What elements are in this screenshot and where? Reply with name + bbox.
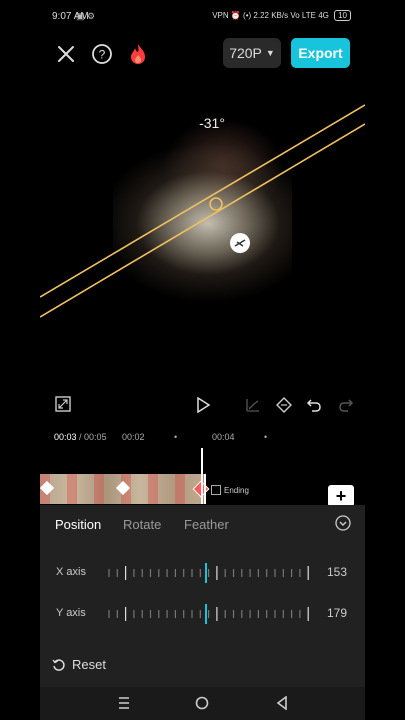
notification-icons: ▣ ⚙ xyxy=(76,11,96,21)
keyframe-icon[interactable] xyxy=(274,395,294,415)
resolution-label: 720P xyxy=(229,45,262,61)
ending-clip[interactable]: Ending xyxy=(211,485,249,495)
x-axis-row: X axis 153 xyxy=(40,561,365,585)
x-axis-value: 153 xyxy=(326,565,347,579)
playback-controls xyxy=(40,392,365,418)
x-axis-label: X axis xyxy=(56,566,86,578)
collapse-panel-icon[interactable] xyxy=(334,514,352,532)
y-axis-value: 179 xyxy=(326,606,347,620)
rotation-angle-label: -31° xyxy=(199,115,225,131)
fullscreen-icon[interactable] xyxy=(54,395,72,413)
status-bar: 9:07 AM ▣ ⚙ VPN ⏰ (•) 2.22 KB/s Vo LTE 4… xyxy=(40,0,365,32)
close-icon[interactable] xyxy=(54,42,78,66)
ending-icon xyxy=(211,485,221,495)
clip-border xyxy=(204,474,206,504)
resolution-dropdown[interactable]: 720P ▼ xyxy=(223,38,281,68)
panel-tabs: Position Rotate Feather xyxy=(40,505,365,545)
tab-feather[interactable]: Feather xyxy=(184,517,229,532)
mask-line-bottom[interactable] xyxy=(40,123,365,318)
top-toolbar: ? 720P ▼ Export xyxy=(40,36,365,72)
ruler-tick-2: 00:04 xyxy=(212,432,235,442)
system-nav-bar xyxy=(40,687,365,720)
caret-down-icon: ▼ xyxy=(265,48,275,58)
help-icon[interactable]: ? xyxy=(90,42,114,66)
total-time: / 00:05 xyxy=(79,432,107,442)
reset-label: Reset xyxy=(72,657,106,672)
back-icon[interactable] xyxy=(273,694,291,712)
battery-icon: 10 xyxy=(334,10,351,21)
keyframe-graph-icon[interactable] xyxy=(244,396,262,414)
mask-center-handle[interactable] xyxy=(209,197,223,211)
ruler-tick-1: 00:02 xyxy=(122,432,145,442)
reset-button[interactable]: Reset xyxy=(52,657,106,672)
ending-label: Ending xyxy=(224,485,249,495)
timeline-ruler: 00:03 / 00:05 00:02 • 00:04 • xyxy=(54,432,354,442)
x-axis-slider[interactable] xyxy=(106,563,312,583)
svg-text:?: ? xyxy=(99,48,106,62)
fire-icon[interactable] xyxy=(126,41,150,67)
y-axis-row: Y axis 179 xyxy=(40,602,365,626)
mask-settings-panel: Position Rotate Feather X axis 153 Y axi… xyxy=(40,505,365,687)
y-axis-slider[interactable] xyxy=(106,604,312,624)
reset-icon xyxy=(52,658,65,671)
redo-icon[interactable] xyxy=(336,395,356,415)
home-icon[interactable] xyxy=(193,694,211,712)
status-right: VPN ⏰ (•) 2.22 KB/s Vo LTE 4G 10 xyxy=(212,10,351,21)
ruler-dot-1: • xyxy=(174,432,178,442)
recent-apps-icon[interactable] xyxy=(115,694,133,712)
export-button[interactable]: Export xyxy=(291,38,350,68)
tab-position[interactable]: Position xyxy=(55,517,101,532)
signal-icons: VPN ⏰ (•) 2.22 KB/s Vo LTE 4G xyxy=(212,11,332,20)
tab-rotate[interactable]: Rotate xyxy=(123,517,161,532)
add-clip-button[interactable]: + xyxy=(328,485,354,507)
editor-screen: 9:07 AM ▣ ⚙ VPN ⏰ (•) 2.22 KB/s Vo LTE 4… xyxy=(40,0,365,720)
mask-line-top[interactable] xyxy=(40,104,365,298)
ruler-dot-2: • xyxy=(264,432,268,442)
undo-icon[interactable] xyxy=(304,395,324,415)
current-time: 00:03 xyxy=(54,432,77,442)
playhead[interactable] xyxy=(201,448,203,504)
video-clip-strip[interactable] xyxy=(40,474,210,504)
y-axis-label: Y axis xyxy=(56,607,86,619)
play-icon[interactable] xyxy=(194,396,212,414)
